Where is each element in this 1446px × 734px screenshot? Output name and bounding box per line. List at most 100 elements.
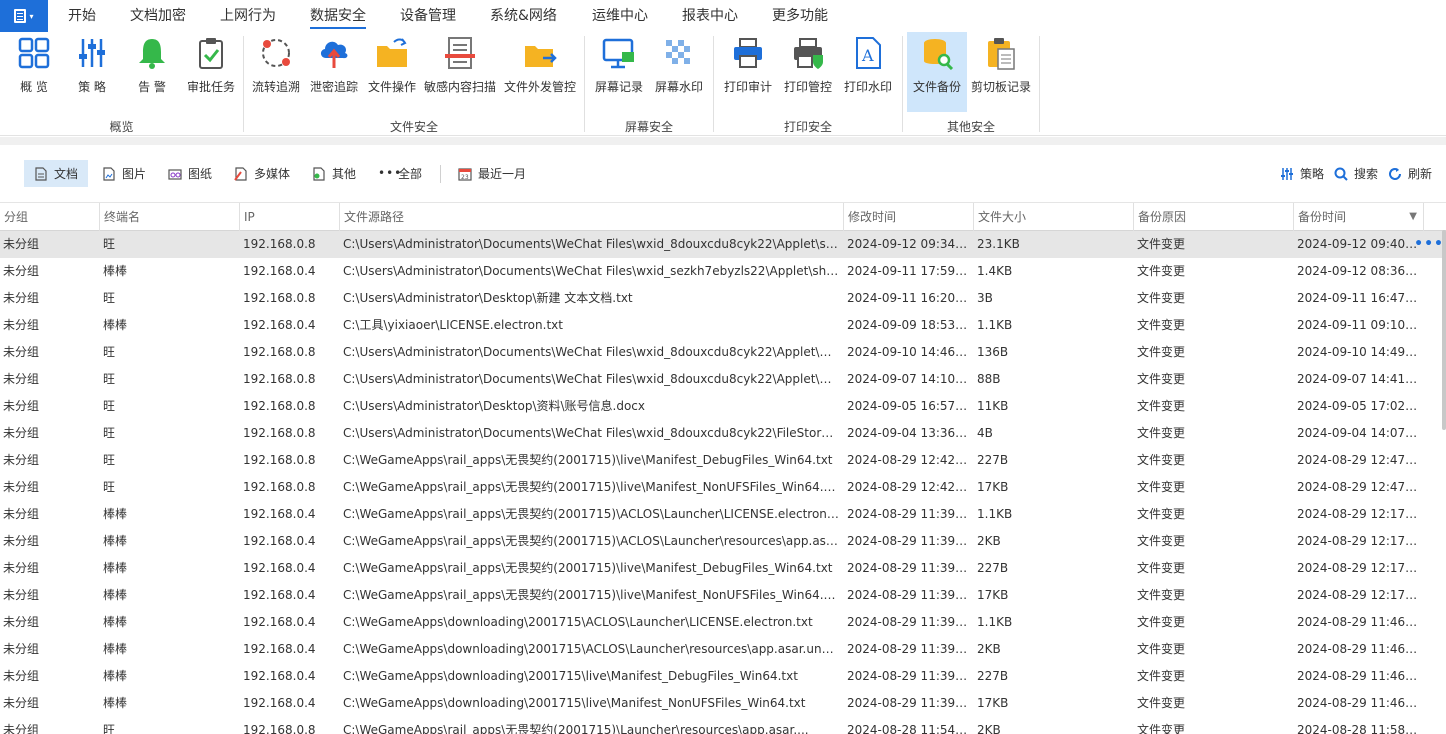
- ribbon-clipboard-record[interactable]: 剪切板记录: [970, 32, 1032, 112]
- approval-clipboard-icon: [194, 36, 228, 70]
- table-row[interactable]: 未分组 棒棒 192.168.0.4 C:\Users\Administrator\D…: [0, 258, 1446, 285]
- column-header-group[interactable]: 分组: [0, 203, 99, 231]
- menu-tab-start[interactable]: 开始: [68, 0, 96, 32]
- table-row[interactable]: 未分组 棒棒 192.168.0.4 C:\WeGameApps\downloadin…: [0, 636, 1446, 663]
- table-row[interactable]: 未分组 棒棒 192.168.0.4 C:\WeGameApps\rail_apps\…: [0, 528, 1446, 555]
- cell-size: 17KB: [977, 588, 1009, 602]
- ribbon-file-outgoing[interactable]: 文件外发管控: [502, 32, 578, 112]
- image-file-icon: [102, 166, 116, 181]
- ribbon-label: 文件备份: [912, 80, 961, 94]
- ribbon-screen-watermark[interactable]: 屏幕水印: [652, 32, 706, 112]
- column-header-path[interactable]: 文件源路径: [339, 203, 843, 231]
- ribbon-file-backup[interactable]: 文件备份: [907, 32, 967, 112]
- table-row[interactable]: 未分组 旺 192.168.0.8 C:\WeGameApps\rail_apps\无…: [0, 447, 1446, 474]
- table-row[interactable]: 未分组 棒棒 192.168.0.4 C:\WeGameApps\downloadin…: [0, 690, 1446, 717]
- ribbon-sensitive-scan[interactable]: 敏感内容扫描: [422, 32, 498, 112]
- screen-record-icon: [602, 36, 636, 70]
- table-row[interactable]: 未分组 旺 192.168.0.8 C:\Users\Administrator\Do…: [0, 231, 1446, 258]
- cell-group: 未分组: [3, 588, 40, 602]
- ribbon-print-audit[interactable]: 打印审计: [722, 32, 774, 112]
- table-row[interactable]: 未分组 旺 192.168.0.8 C:\Users\Administrator\Do…: [0, 366, 1446, 393]
- ribbon-screen-record[interactable]: 屏幕记录: [592, 32, 646, 112]
- app-menu-button[interactable]: ▾: [0, 0, 48, 32]
- ribbon-label: 文件操作: [367, 80, 416, 94]
- vertical-scrollbar[interactable]: [1442, 230, 1446, 430]
- cell-backup-time: 2024-09-10 14:49:49: [1297, 345, 1421, 359]
- table-row[interactable]: 未分组 旺 192.168.0.8 C:\Users\Administrator\De…: [0, 393, 1446, 420]
- ribbon-label: 告 警: [138, 80, 166, 94]
- cell-path: C:\工具\yixiaoer\LICENSE.electron.txt: [343, 318, 563, 332]
- ribbon-file-operation[interactable]: 文件操作: [366, 32, 418, 112]
- ribbon-approval[interactable]: 审批任务: [184, 32, 238, 112]
- column-header-backup-time[interactable]: 备份时间 ▼: [1293, 203, 1423, 231]
- cell-reason: 文件变更: [1137, 588, 1186, 602]
- cell-group: 未分组: [3, 345, 40, 359]
- menu-tab-more[interactable]: 更多功能: [772, 0, 828, 32]
- column-header-ip[interactable]: IP: [239, 203, 339, 231]
- table-row[interactable]: 未分组 旺 192.168.0.8 C:\Users\Administrator\De…: [0, 285, 1446, 312]
- ribbon-print-watermark[interactable]: A 打印水印: [842, 32, 894, 112]
- filter-images-button[interactable]: 图片: [92, 160, 156, 187]
- table-row[interactable]: 未分组 棒棒 192.168.0.4 C:\WeGameApps\rail_apps\…: [0, 582, 1446, 609]
- table-row[interactable]: 未分组 棒棒 192.168.0.4 C:\WeGameApps\rail_apps\…: [0, 555, 1446, 582]
- filter-media-button[interactable]: 多媒体: [224, 160, 300, 187]
- cell-backup-time: 2024-09-07 14:41:46: [1297, 372, 1421, 386]
- ribbon-trace[interactable]: 流转追溯: [250, 32, 302, 112]
- cell-size: 1.4KB: [977, 264, 1013, 278]
- filter-label: 图片: [122, 167, 147, 181]
- folder-operation-icon: [375, 36, 409, 70]
- cell-modified: 2024-08-29 11:39:07: [847, 615, 971, 629]
- ribbon-overview[interactable]: 概 览: [12, 32, 56, 112]
- table-row[interactable]: 未分组 旺 192.168.0.8 C:\WeGameApps\rail_apps\无…: [0, 717, 1446, 734]
- date-range-button[interactable]: 23 最近一月: [448, 160, 536, 187]
- column-header-modified[interactable]: 修改时间: [843, 203, 973, 231]
- column-header-size[interactable]: 文件大小: [973, 203, 1133, 231]
- ribbon-print-control[interactable]: 打印管控: [782, 32, 834, 112]
- cell-backup-time: 2024-09-04 14:07:22: [1297, 426, 1421, 440]
- cell-group: 未分组: [3, 642, 40, 656]
- table-row[interactable]: 未分组 旺 192.168.0.8 C:\WeGameApps\rail_apps\无…: [0, 474, 1446, 501]
- cell-ip: 192.168.0.4: [243, 696, 316, 710]
- table-row[interactable]: 未分组 棒棒 192.168.0.4 C:\工具\yixiaoer\LICENSE.e…: [0, 312, 1446, 339]
- filter-documents-button[interactable]: 文档: [24, 160, 89, 187]
- cell-reason: 文件变更: [1137, 696, 1186, 710]
- refresh-button[interactable]: 刷新: [1378, 160, 1442, 187]
- cell-terminal: 旺: [103, 453, 116, 467]
- row-more-actions-icon[interactable]: •••: [1414, 231, 1444, 258]
- cell-backup-time: 2024-08-29 11:46:24: [1297, 696, 1421, 710]
- table-row[interactable]: 未分组 旺 192.168.0.8 C:\Users\Administrator\Do…: [0, 420, 1446, 447]
- table-row[interactable]: 未分组 旺 192.168.0.8 C:\Users\Administrator\Do…: [0, 339, 1446, 366]
- cell-ip: 192.168.0.4: [243, 264, 316, 278]
- filter-drawings-button[interactable]: 图纸: [158, 160, 222, 187]
- table-row[interactable]: 未分组 棒棒 192.168.0.4 C:\WeGameApps\downloadin…: [0, 663, 1446, 690]
- menu-tab-encrypt[interactable]: 文档加密: [130, 0, 186, 32]
- filter-all-button[interactable]: ••• 全部: [368, 160, 432, 187]
- cell-reason: 文件变更: [1137, 264, 1186, 278]
- menu-tab-data-security[interactable]: 数据安全: [310, 0, 366, 32]
- menu-tab-ops[interactable]: 运维中心: [592, 0, 648, 32]
- column-header-reason[interactable]: 备份原因: [1133, 203, 1293, 231]
- printer-control-icon: [791, 36, 825, 70]
- group-label-overview: 概览: [109, 120, 134, 134]
- column-header-terminal[interactable]: 终端名: [99, 203, 239, 231]
- ribbon-alarm[interactable]: 告 警: [130, 32, 174, 112]
- cell-terminal: 棒棒: [103, 534, 128, 548]
- ribbon-label: 策 略: [78, 80, 106, 94]
- menu-tab-system[interactable]: 系统&网络: [490, 0, 557, 32]
- filter-other-button[interactable]: 其他: [302, 160, 366, 187]
- cell-terminal: 棒棒: [103, 669, 128, 683]
- ribbon-policy[interactable]: 策 略: [70, 32, 114, 112]
- table-row[interactable]: 未分组 棒棒 192.168.0.4 C:\WeGameApps\downloadin…: [0, 609, 1446, 636]
- group-label-print-security: 打印安全: [783, 120, 832, 134]
- screen-watermark-icon: [662, 36, 696, 70]
- cell-backup-time: 2024-08-29 11:46:24: [1297, 642, 1421, 656]
- ribbon-leak-track[interactable]: 泄密追踪: [308, 32, 360, 112]
- refresh-label: 刷新: [1408, 167, 1433, 181]
- table-row[interactable]: 未分组 棒棒 192.168.0.4 C:\WeGameApps\rail_apps\…: [0, 501, 1446, 528]
- menu-tab-web[interactable]: 上网行为: [220, 0, 276, 32]
- menu-tab-reports[interactable]: 报表中心: [682, 0, 738, 32]
- cell-ip: 192.168.0.8: [243, 399, 316, 413]
- cell-size: 136B: [977, 345, 1009, 359]
- menu-tab-devices[interactable]: 设备管理: [400, 0, 456, 32]
- cell-group: 未分组: [3, 669, 40, 683]
